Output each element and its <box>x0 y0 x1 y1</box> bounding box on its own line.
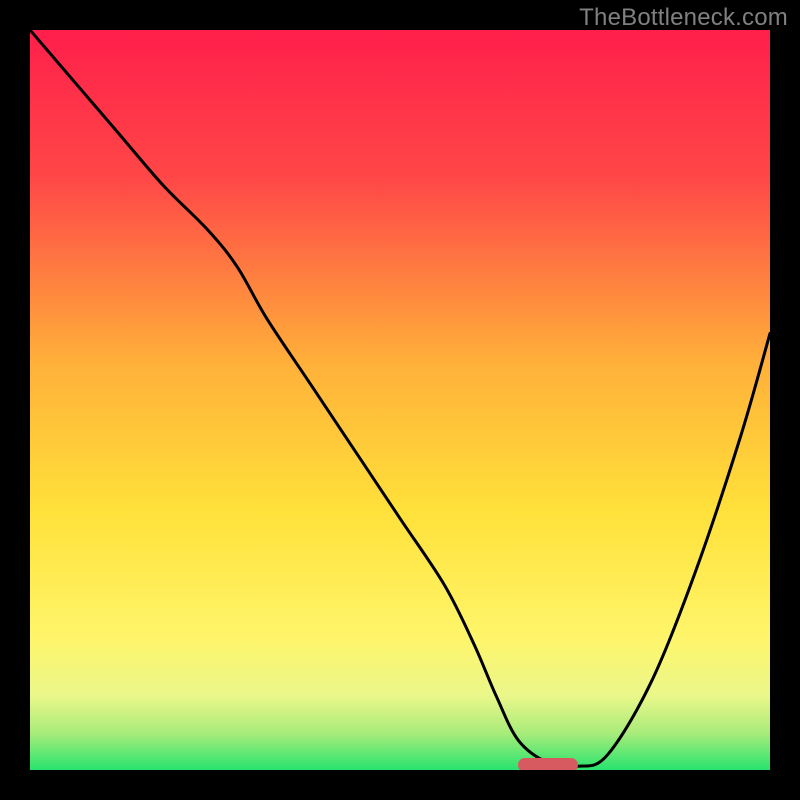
bottleneck-curve <box>30 30 770 770</box>
optimal-range-marker <box>518 758 577 770</box>
plot-area <box>30 30 770 770</box>
chart-frame: TheBottleneck.com <box>0 0 800 800</box>
watermark-text: TheBottleneck.com <box>579 4 788 32</box>
